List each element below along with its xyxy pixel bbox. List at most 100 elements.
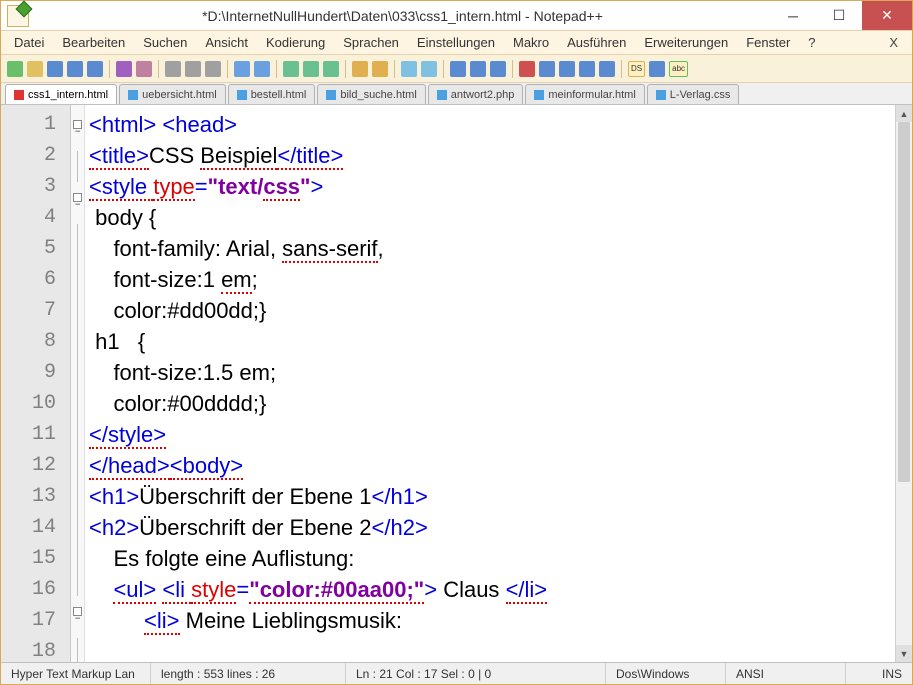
menu-kodierung[interactable]: Kodierung [257, 32, 334, 53]
toolbar-button[interactable]: abc [669, 61, 688, 77]
status-eol[interactable]: Dos\Windows [606, 663, 726, 684]
menu-makro[interactable]: Makro [504, 32, 558, 53]
code-line[interactable]: h1 { [89, 326, 895, 357]
line-number[interactable]: 15 [1, 543, 70, 574]
fold-cell[interactable] [71, 286, 84, 317]
toolbar-button[interactable] [599, 61, 615, 77]
scroll-thumb[interactable] [898, 122, 910, 482]
menu-ansicht[interactable]: Ansicht [196, 32, 257, 53]
line-number-gutter[interactable]: 123456789101112131415161718 [1, 105, 71, 662]
code-line[interactable]: </head><body> [89, 450, 895, 481]
fold-cell[interactable] [71, 224, 84, 255]
line-number[interactable]: 8 [1, 326, 70, 357]
titlebar[interactable]: *D:\InternetNullHundert\Daten\033\css1_i… [1, 1, 912, 31]
fold-cell[interactable] [71, 120, 84, 151]
toolbar-button[interactable] [559, 61, 575, 77]
code-line[interactable]: body { [89, 202, 895, 233]
scroll-track[interactable] [896, 122, 912, 645]
line-number[interactable]: 17 [1, 605, 70, 636]
fold-cell[interactable] [71, 410, 84, 441]
toolbar-button[interactable]: DS [628, 61, 645, 77]
toolbar-button[interactable] [27, 61, 43, 77]
toolbar-button[interactable] [234, 61, 250, 77]
toolbar-button[interactable] [372, 61, 388, 77]
file-tab[interactable]: bild_suche.html [317, 84, 425, 104]
close-button[interactable]: ✕ [862, 1, 912, 30]
close-document-button[interactable]: X [879, 32, 908, 53]
menu-einstellungen[interactable]: Einstellungen [408, 32, 504, 53]
file-tab[interactable]: css1_intern.html [5, 84, 117, 104]
menu-help[interactable]: ? [799, 32, 824, 53]
fold-toggle-icon[interactable] [73, 193, 82, 202]
fold-toggle-icon[interactable] [73, 607, 82, 616]
toolbar-button[interactable] [352, 61, 368, 77]
fold-cell[interactable] [71, 317, 84, 348]
toolbar-button[interactable] [7, 61, 23, 77]
toolbar-button[interactable] [421, 61, 437, 77]
toolbar-button[interactable] [67, 61, 83, 77]
fold-cell[interactable] [71, 255, 84, 286]
toolbar-button[interactable] [490, 61, 506, 77]
toolbar-button[interactable] [47, 61, 63, 77]
code-line[interactable]: <style type="text/css"> [89, 171, 895, 202]
menu-ausfuehren[interactable]: Ausführen [558, 32, 635, 53]
fold-column[interactable] [71, 105, 85, 662]
line-number[interactable]: 3 [1, 171, 70, 202]
line-number[interactable]: 12 [1, 450, 70, 481]
line-number[interactable]: 10 [1, 388, 70, 419]
toolbar-button[interactable] [116, 61, 132, 77]
code-editor[interactable]: <html> <head><title>CSS Beispiel</title>… [85, 105, 895, 662]
line-number[interactable]: 6 [1, 264, 70, 295]
toolbar-button[interactable] [519, 61, 535, 77]
toolbar-button[interactable] [136, 61, 152, 77]
code-line[interactable]: <h2>Überschrift der Ebene 2</h2> [89, 512, 895, 543]
vertical-scrollbar[interactable]: ▲ ▼ [895, 105, 912, 662]
line-number[interactable]: 16 [1, 574, 70, 605]
line-number[interactable]: 11 [1, 419, 70, 450]
file-tab[interactable]: L-Verlag.css [647, 84, 740, 104]
line-number[interactable]: 9 [1, 357, 70, 388]
menu-sprachen[interactable]: Sprachen [334, 32, 408, 53]
file-tab[interactable]: uebersicht.html [119, 84, 226, 104]
fold-cell[interactable] [71, 379, 84, 410]
status-encoding[interactable]: ANSI [726, 663, 846, 684]
line-number[interactable]: 14 [1, 512, 70, 543]
line-number[interactable]: 13 [1, 481, 70, 512]
status-insert-mode[interactable]: INS [846, 663, 912, 684]
fold-cell[interactable] [71, 151, 84, 182]
scroll-down-arrow[interactable]: ▼ [896, 645, 912, 662]
code-line[interactable]: color:#00dddd;} [89, 388, 895, 419]
code-line[interactable]: <h1>Überschrift der Ebene 1</h1> [89, 481, 895, 512]
toolbar-button[interactable] [205, 61, 221, 77]
fold-cell[interactable] [71, 565, 84, 596]
toolbar-button[interactable] [323, 61, 339, 77]
toolbar-button[interactable] [283, 61, 299, 77]
maximize-button[interactable]: ☐ [816, 1, 862, 30]
file-tab[interactable]: bestell.html [228, 84, 316, 104]
code-line[interactable]: font-size:1 em; [89, 264, 895, 295]
toolbar-button[interactable] [450, 61, 466, 77]
scroll-up-arrow[interactable]: ▲ [896, 105, 912, 122]
toolbar-button[interactable] [470, 61, 486, 77]
fold-cell[interactable] [71, 441, 84, 472]
toolbar-button[interactable] [303, 61, 319, 77]
menu-datei[interactable]: Datei [5, 32, 53, 53]
code-line[interactable]: font-family: Arial, sans-serif, [89, 233, 895, 264]
toolbar-button[interactable] [539, 61, 555, 77]
line-number[interactable]: 2 [1, 140, 70, 171]
file-tab[interactable]: meinformular.html [525, 84, 644, 104]
fold-toggle-icon[interactable] [73, 120, 82, 129]
fold-cell[interactable] [71, 638, 84, 662]
line-number[interactable]: 4 [1, 202, 70, 233]
fold-cell[interactable] [71, 607, 84, 638]
toolbar-button[interactable] [254, 61, 270, 77]
code-line[interactable]: <title>CSS Beispiel</title> [89, 140, 895, 171]
fold-cell[interactable] [71, 472, 84, 503]
fold-cell[interactable] [71, 193, 84, 224]
fold-cell[interactable] [71, 534, 84, 565]
toolbar-button[interactable] [649, 61, 665, 77]
code-line[interactable]: <li> Meine Lieblingsmusik: [89, 605, 895, 636]
toolbar-button[interactable] [87, 61, 103, 77]
menu-suchen[interactable]: Suchen [134, 32, 196, 53]
toolbar-button[interactable] [579, 61, 595, 77]
